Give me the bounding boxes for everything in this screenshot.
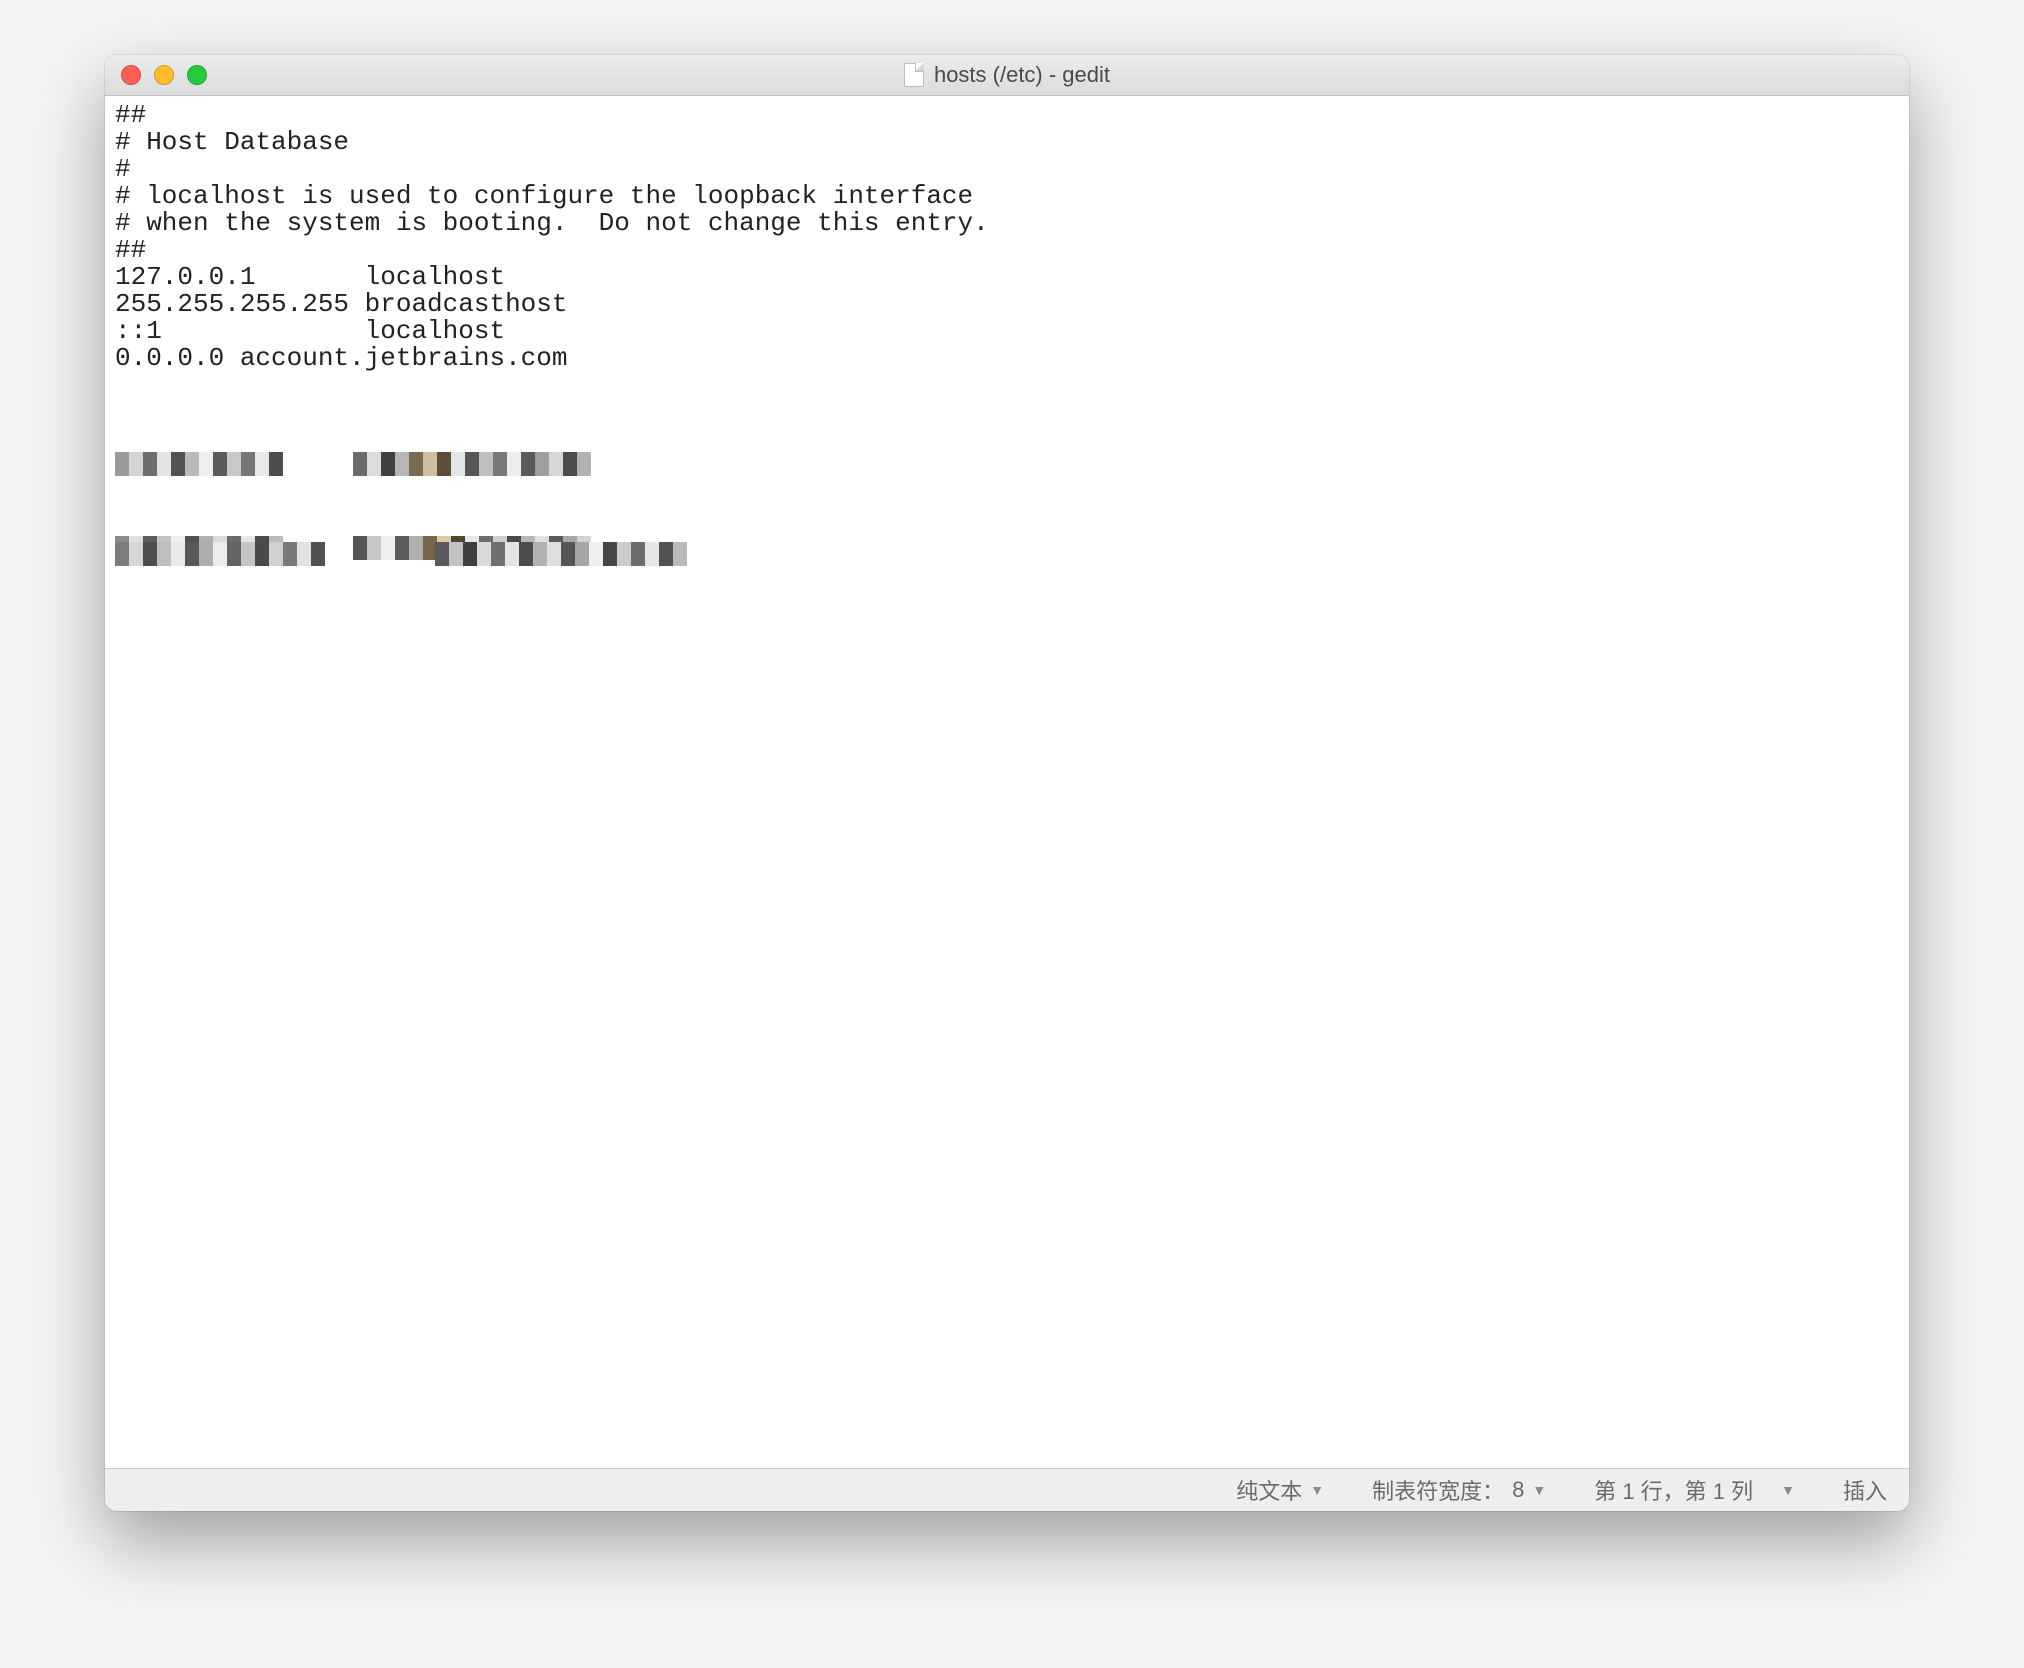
cursor-position-label: 第 1 行，第 1 列	[1594, 1474, 1753, 1506]
insert-mode-label: 插入	[1843, 1474, 1887, 1506]
tab-width-value: 8	[1512, 1477, 1524, 1503]
window-controls	[121, 65, 207, 85]
titlebar: hosts (/etc) - gedit	[105, 55, 1909, 96]
editor-content: ## # Host Database # # localhost is used…	[115, 100, 989, 373]
language-selector[interactable]: 纯文本 ▼	[1236, 1474, 1324, 1506]
text-editor[interactable]: ## # Host Database # # localhost is used…	[105, 96, 1909, 1468]
insert-mode[interactable]: 插入	[1843, 1474, 1887, 1506]
window-title: hosts (/etc) - gedit	[934, 62, 1110, 88]
minimize-button[interactable]	[154, 65, 174, 85]
app-window: hosts (/etc) - gedit ## # Host Database …	[105, 55, 1909, 1511]
chevron-down-icon: ▼	[1781, 1482, 1795, 1498]
statusbar: 纯文本 ▼ 制表符宽度： 8 ▼ 第 1 行，第 1 列 ▼ 插入	[105, 1468, 1909, 1511]
chevron-down-icon: ▼	[1532, 1482, 1546, 1498]
cursor-position[interactable]: 第 1 行，第 1 列 ▼	[1594, 1474, 1795, 1506]
redacted-lines-group-2	[115, 488, 695, 626]
language-label: 纯文本	[1236, 1474, 1302, 1506]
close-button[interactable]	[121, 65, 141, 85]
zoom-button[interactable]	[187, 65, 207, 85]
tab-width-selector[interactable]: 制表符宽度： 8 ▼	[1372, 1474, 1546, 1506]
document-icon	[904, 63, 924, 87]
tab-width-label: 制表符宽度：	[1372, 1474, 1504, 1506]
chevron-down-icon: ▼	[1310, 1482, 1324, 1498]
